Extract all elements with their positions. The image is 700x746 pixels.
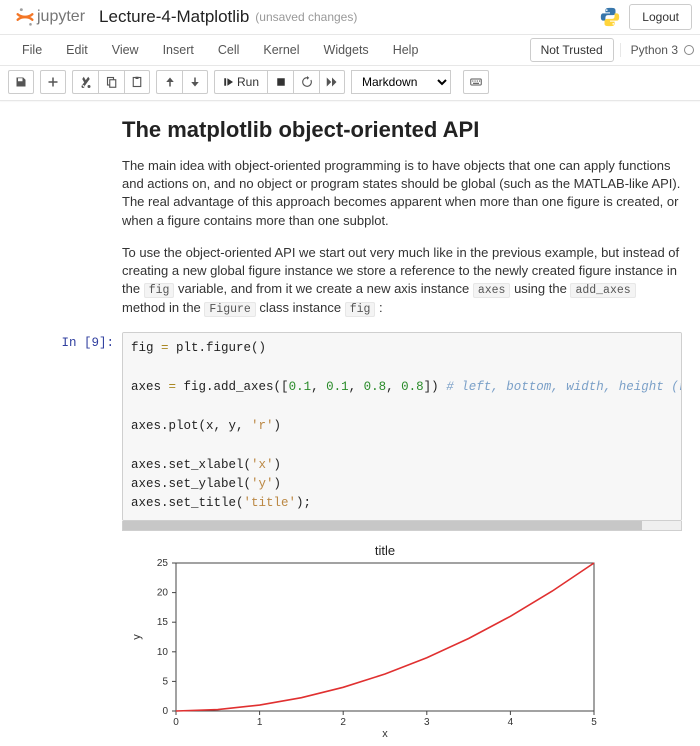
toolbar: Run Markdown <box>0 66 700 101</box>
menu-edit[interactable]: Edit <box>54 37 100 63</box>
kernel-indicator[interactable]: Python 3 <box>620 43 694 57</box>
horizontal-scrollbar[interactable] <box>122 521 682 531</box>
trusted-button[interactable]: Not Trusted <box>530 38 614 62</box>
fast-forward-icon <box>326 76 338 88</box>
menu-widgets[interactable]: Widgets <box>312 37 381 63</box>
paste-button[interactable] <box>124 70 150 94</box>
run-group: Run <box>214 70 345 94</box>
menu-help[interactable]: Help <box>381 37 431 63</box>
cut-button[interactable] <box>72 70 98 94</box>
svg-text:0: 0 <box>173 717 179 728</box>
menu-view[interactable]: View <box>100 37 151 63</box>
copy-icon <box>106 76 118 88</box>
insert-cell-button[interactable] <box>40 70 66 94</box>
move-up-button[interactable] <box>156 70 182 94</box>
arrow-up-icon <box>164 76 176 88</box>
code-cell[interactable]: In [9]: fig = plt.figure() axes = fig.ad… <box>18 332 682 530</box>
kernel-status-icon <box>684 45 694 55</box>
svg-text:4: 4 <box>508 717 514 728</box>
command-palette-button[interactable] <box>463 70 489 94</box>
save-icon <box>15 76 27 88</box>
kernel-name: Python 3 <box>631 43 678 57</box>
scroll-thumb[interactable] <box>123 521 642 530</box>
markdown-cell[interactable]: The matplotlib object-oriented API The m… <box>18 117 682 318</box>
interrupt-button[interactable] <box>267 70 293 94</box>
menubar: File Edit View Insert Cell Kernel Widget… <box>0 35 700 66</box>
md-heading: The matplotlib object-oriented API <box>122 117 682 143</box>
jupyter-icon <box>14 6 36 28</box>
input-prompt: In [9]: <box>18 332 122 530</box>
menu-kernel[interactable]: Kernel <box>251 37 311 63</box>
cut-icon <box>80 76 92 88</box>
svg-text:20: 20 <box>157 587 169 598</box>
svg-text:title: title <box>375 543 395 558</box>
svg-text:15: 15 <box>157 617 169 628</box>
python-icon <box>599 6 621 28</box>
paste-icon <box>131 76 143 88</box>
save-button[interactable] <box>8 70 34 94</box>
svg-text:5: 5 <box>162 676 168 687</box>
md-paragraph-1: The main idea with object-oriented progr… <box>122 157 682 230</box>
svg-text:x: x <box>382 728 388 739</box>
keyboard-icon <box>470 76 482 88</box>
cut-copy-paste-group <box>72 70 150 94</box>
code-span: fig <box>144 283 175 298</box>
arrow-down-icon <box>189 76 201 88</box>
run-label: Run <box>237 75 259 89</box>
code-span: axes <box>473 283 511 298</box>
plus-icon <box>47 76 59 88</box>
notebook-area: The matplotlib object-oriented API The m… <box>0 101 700 739</box>
code-span: add_axes <box>570 283 635 298</box>
menu-insert[interactable]: Insert <box>151 37 206 63</box>
menu-cell[interactable]: Cell <box>206 37 252 63</box>
restart-icon <box>301 76 313 88</box>
notebook-title[interactable]: Lecture-4-Matplotlib <box>99 7 249 27</box>
svg-text:y: y <box>131 633 143 639</box>
code-span: Figure <box>204 302 255 317</box>
svg-text:25: 25 <box>157 558 169 569</box>
code-span: fig <box>345 302 376 317</box>
svg-text:2: 2 <box>340 717 346 728</box>
svg-text:5: 5 <box>591 717 597 728</box>
save-status: (unsaved changes) <box>255 10 357 24</box>
code-input[interactable]: fig = plt.figure() axes = fig.add_axes([… <box>122 332 682 520</box>
svg-text:0: 0 <box>162 706 168 717</box>
move-cell-group <box>156 70 208 94</box>
stop-icon <box>275 76 287 88</box>
copy-button[interactable] <box>98 70 124 94</box>
svg-text:1: 1 <box>257 717 263 728</box>
logout-button[interactable]: Logout <box>629 4 692 30</box>
output-area: 0 1 2 3 4 5 0 5 10 15 20 25 x y title <box>18 531 682 739</box>
jupyter-logo[interactable]: jupyter <box>14 6 93 28</box>
logo-text: jupyter <box>37 8 85 26</box>
restart-button[interactable] <box>293 70 319 94</box>
header: jupyter Lecture-4-Matplotlib (unsaved ch… <box>0 0 700 35</box>
move-down-button[interactable] <box>182 70 208 94</box>
svg-text:10: 10 <box>157 646 169 657</box>
md-paragraph-2: To use the object-oriented API we start … <box>122 244 682 319</box>
svg-text:3: 3 <box>424 717 430 728</box>
run-button[interactable]: Run <box>214 70 267 94</box>
cell-type-select[interactable]: Markdown <box>351 70 451 94</box>
run-icon <box>223 77 233 87</box>
menu-file[interactable]: File <box>10 37 54 63</box>
output-figure: 0 1 2 3 4 5 0 5 10 15 20 25 x y title <box>128 541 608 739</box>
restart-run-all-button[interactable] <box>319 70 345 94</box>
